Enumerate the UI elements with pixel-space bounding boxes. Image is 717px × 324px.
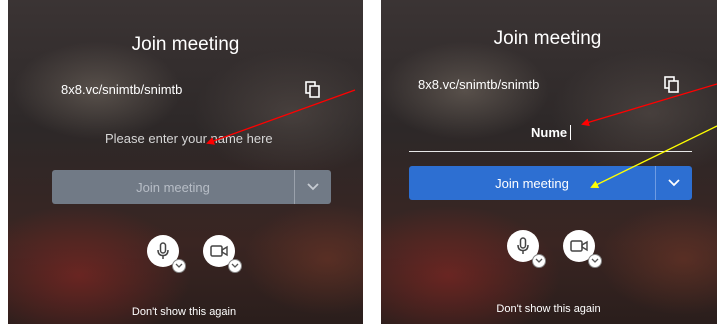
chevron-down-icon [535, 258, 543, 263]
name-input-underline [409, 151, 692, 152]
dont-show-again-link[interactable]: Don't show this again [381, 303, 717, 315]
copy-icon[interactable] [664, 76, 680, 94]
microphone-options-badge[interactable] [532, 254, 546, 268]
left-join-screen: Join meeting 8x8.vc/snimtb/snimtb Please… [8, 0, 363, 324]
join-options-dropdown[interactable] [656, 166, 692, 200]
camera-button[interactable] [203, 235, 242, 273]
join-meeting-button[interactable]: Join meeting [52, 170, 331, 204]
microphone-button[interactable] [507, 230, 546, 268]
chevron-down-icon [175, 263, 183, 268]
camera-options-badge[interactable] [228, 259, 242, 273]
copy-icon[interactable] [305, 81, 321, 99]
right-join-screen: Join meeting 8x8.vc/snimtb/snimtb Nume J… [381, 0, 717, 324]
meeting-url: 8x8.vc/snimtb/snimtb [61, 82, 183, 97]
chevron-down-icon [231, 263, 239, 268]
panel-divider [363, 0, 381, 324]
join-meeting-title: Join meeting [131, 34, 240, 55]
microphone-options-badge[interactable] [172, 259, 186, 273]
join-meeting-title: Join meeting [493, 28, 602, 49]
microphone-icon [157, 242, 169, 259]
chevron-down-icon [591, 258, 599, 263]
microphone-icon [517, 237, 529, 254]
camera-button[interactable] [563, 230, 602, 268]
name-input[interactable]: Nume [531, 125, 572, 140]
join-meeting-button[interactable]: Join meeting [409, 166, 692, 200]
chevron-down-icon [668, 179, 680, 187]
join-meeting-label: Join meeting [495, 175, 569, 191]
name-input-value: Nume [531, 125, 568, 140]
camera-icon [570, 240, 588, 252]
dont-show-again-link[interactable]: Don't show this again [8, 306, 363, 318]
meeting-url: 8x8.vc/snimtb/snimtb [418, 77, 540, 92]
microphone-button[interactable] [147, 235, 186, 273]
text-caret [570, 125, 572, 140]
camera-options-badge[interactable] [588, 254, 602, 268]
join-meeting-label: Join meeting [136, 179, 210, 195]
name-input-placeholder[interactable]: Please enter your name here [105, 131, 273, 146]
camera-icon [210, 245, 228, 257]
join-options-dropdown[interactable] [295, 170, 331, 204]
chevron-down-icon [307, 183, 319, 191]
